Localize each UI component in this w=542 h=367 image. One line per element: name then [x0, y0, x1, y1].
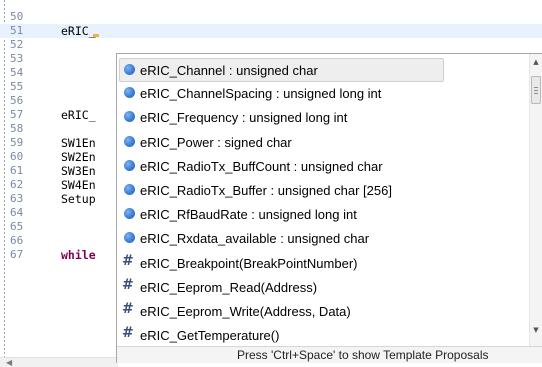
proposal-item[interactable]: eRIC_RadioTx_BuffCount : unsigned char — [120, 155, 442, 179]
field-dot-icon — [124, 87, 135, 98]
proposal-item[interactable]: eRIC_ChannelSpacing : unsigned long int — [120, 82, 442, 106]
field-dot-icon — [124, 136, 135, 147]
proposal-item[interactable]: # eRIC_Eeprom_Read(Address) — [120, 276, 442, 300]
line-number: 53 — [10, 52, 24, 65]
line-number: 67 — [10, 248, 24, 261]
proposal-label: eRIC_Power : signed char — [140, 135, 292, 150]
line-number: 57 — [10, 108, 24, 121]
proposal-label: eRIC_ChannelSpacing : unsigned long int — [140, 86, 382, 101]
editor-line[interactable]: 50 — [0, 10, 542, 24]
proposal-item[interactable]: eRIC_RfBaudRate : unsigned long int — [120, 203, 442, 227]
line-number: 58 — [10, 122, 24, 135]
scroll-down-arrow-icon[interactable]: ▼ — [530, 326, 542, 334]
code-text: SW1En — [61, 136, 96, 150]
proposal-list[interactable]: eRIC_Channel : unsigned char eRIC_Channel… — [117, 54, 529, 346]
field-dot-icon — [124, 184, 135, 195]
proposal-label: eRIC_RadioTx_Buffer : unsigned char [256… — [140, 183, 392, 198]
code-text: SW3En — [61, 164, 96, 178]
field-dot-icon — [124, 232, 135, 243]
macro-hash-icon: # — [122, 253, 134, 269]
proposal-label: eRIC_Breakpoint(BreakPointNumber) — [140, 256, 358, 271]
proposal-label: eRIC_RfBaudRate : unsigned long int — [140, 207, 357, 222]
line-number: 64 — [10, 206, 24, 219]
proposal-list-scrollbar[interactable]: ▲ ▼ — [529, 54, 542, 346]
line-number: 51 — [10, 24, 24, 37]
line-number: 62 — [10, 178, 24, 191]
macro-hash-icon: # — [122, 301, 134, 317]
line-number: 50 — [10, 10, 24, 23]
code-text: SW2En — [61, 150, 96, 164]
code-text: eRIC_ — [61, 24, 96, 38]
code-text: eRIC_ — [61, 108, 96, 122]
field-dot-icon — [124, 111, 135, 122]
proposal-label: eRIC_RadioTx_BuffCount : unsigned char — [140, 159, 383, 174]
field-dot-icon — [124, 208, 135, 219]
line-number: 55 — [10, 80, 24, 93]
scrollbar-thumb[interactable] — [531, 76, 541, 104]
proposal-item[interactable]: # eRIC_Eeprom_Write(Address, Data) — [120, 300, 442, 324]
proposal-label: eRIC_Eeprom_Write(Address, Data) — [140, 304, 351, 319]
grip-line — [534, 90, 538, 91]
line-number: 63 — [10, 192, 24, 205]
field-dot-icon — [124, 64, 135, 75]
line-number: 52 — [10, 38, 24, 51]
code-text: while — [61, 248, 96, 262]
proposal-item[interactable]: eRIC_Rxdata_available : unsigned char — [120, 227, 442, 251]
text-caret — [93, 34, 99, 37]
editor-horizontal-scrollbar[interactable]: ◀ — [0, 357, 118, 367]
proposal-item[interactable]: eRIC_Frequency : unsigned long int — [120, 106, 442, 130]
editor-line[interactable]: 52 — [0, 38, 542, 52]
proposal-label: eRIC_Frequency : unsigned long int — [140, 110, 348, 125]
line-number: 61 — [10, 164, 24, 177]
scroll-left-arrow-icon[interactable]: ◀ — [6, 358, 12, 367]
line-number: 54 — [10, 66, 24, 79]
code-text: SW4En — [61, 178, 96, 192]
proposal-label: eRIC_Rxdata_available : unsigned char — [140, 231, 370, 246]
macro-hash-icon: # — [122, 277, 134, 293]
content-assist-popup: eRIC_Channel : unsigned char eRIC_Channel… — [116, 53, 542, 363]
line-number: 66 — [10, 234, 24, 247]
proposal-label: eRIC_GetTemperature() — [140, 328, 280, 343]
proposal-item[interactable]: # eRIC_GetTemperature() — [120, 324, 442, 346]
proposal-item[interactable]: eRIC_Channel : unsigned char — [119, 58, 444, 82]
proposal-label: eRIC_Eeprom_Read(Address) — [140, 280, 318, 295]
grip-line — [534, 87, 538, 88]
editor-line[interactable]: 51 eRIC_ — [0, 24, 542, 38]
line-number: 56 — [10, 94, 24, 107]
field-dot-icon — [124, 160, 135, 171]
proposal-item[interactable]: # eRIC_Breakpoint(BreakPointNumber) — [120, 252, 442, 276]
scroll-up-arrow-icon[interactable]: ▲ — [530, 58, 542, 66]
code-text: Setup — [61, 192, 96, 206]
proposal-item[interactable]: eRIC_Power : signed char — [120, 131, 442, 155]
line-number: 59 — [10, 136, 24, 149]
grip-line — [534, 93, 538, 94]
macro-hash-icon: # — [122, 325, 134, 341]
line-number: 65 — [10, 220, 24, 233]
content-assist-status-bar: Press 'Ctrl+Space' to show Template Prop… — [117, 346, 542, 363]
proposal-item[interactable]: eRIC_RadioTx_Buffer : unsigned char [256… — [120, 179, 442, 203]
template-proposals-hint: Press 'Ctrl+Space' to show Template Prop… — [237, 348, 489, 362]
proposal-label: eRIC_Channel : unsigned char — [140, 63, 318, 78]
line-number: 60 — [10, 150, 24, 163]
